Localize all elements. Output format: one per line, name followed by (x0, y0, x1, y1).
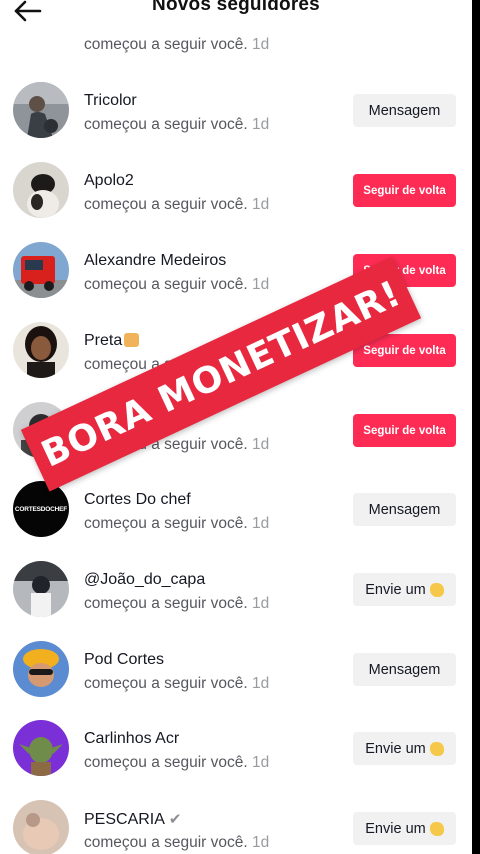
emoji-icon (124, 333, 140, 347)
wave-button[interactable]: Envie um (353, 732, 456, 765)
screen: começou a seguir você. 1d Tricolor começ… (0, 0, 480, 854)
avatar[interactable] (13, 82, 69, 138)
list-item[interactable]: Pod Cortes começou a seguir você. 1d Men… (0, 639, 472, 719)
screen-edge (472, 0, 480, 854)
avatar[interactable] (13, 561, 69, 617)
follow-back-button[interactable]: Seguir de volta (353, 414, 456, 447)
username[interactable]: Cortes Do chef (84, 491, 191, 509)
follow-back-button[interactable]: Seguir de volta (353, 174, 456, 207)
follow-action-text: começou a seguir você. 1d (84, 36, 270, 53)
follow-action-text: começou a seguir você. 1d (84, 116, 270, 133)
avatar[interactable] (13, 641, 69, 697)
list-item[interactable]: PESCARIA ✔ começou a seguir você. 1d Envi… (0, 798, 472, 854)
list-item[interactable]: Apolo2 começou a seguir você. 1d Seguir … (0, 160, 472, 240)
header: Novos seguidores (0, 0, 472, 28)
username[interactable]: Apolo2 (84, 172, 134, 190)
username[interactable]: Carlinhos Acr (84, 730, 179, 748)
avatar[interactable] (13, 720, 69, 776)
wave-hand-icon (429, 582, 444, 597)
list-item[interactable]: @João_do_capa começou a seguir você. 1d … (0, 559, 472, 639)
page-title: Novos seguidores (152, 0, 320, 15)
list-item[interactable]: Tricolor começou a seguir você. 1d Mensa… (0, 80, 472, 160)
username[interactable]: Pod Cortes (84, 651, 164, 669)
list-item[interactable]: Carlinhos Acr começou a seguir você. 1d … (0, 718, 472, 798)
avatar[interactable] (13, 800, 69, 854)
follow-action-text: começou a seguir você. 1d (84, 754, 270, 771)
avatar-logo-text: CORTESDOCHEF (14, 505, 68, 513)
list-item[interactable]: CORTESDOCHEF Cortes Do chef começou a se… (0, 479, 472, 559)
follow-action-text: começou a seguir você. 1d (84, 196, 270, 213)
avatar[interactable]: CORTESDOCHEF (13, 481, 69, 537)
username[interactable]: @João_do_capa (84, 571, 205, 589)
wave-button[interactable]: Envie um (353, 573, 456, 606)
follow-action-text: começou a seguir você. 1d (84, 595, 270, 612)
wave-hand-icon (429, 821, 444, 836)
wave-hand-icon (429, 741, 444, 756)
avatar[interactable] (13, 242, 69, 298)
check-icon: ✔ (168, 811, 182, 828)
username[interactable]: Tricolor (84, 92, 137, 110)
message-button[interactable]: Mensagem (353, 653, 456, 686)
follow-action-text: começou a seguir você. 1d (84, 834, 270, 851)
avatar[interactable] (13, 162, 69, 218)
message-button[interactable]: Mensagem (353, 493, 456, 526)
avatar[interactable] (13, 322, 69, 378)
message-button[interactable]: Mensagem (353, 94, 456, 127)
username[interactable]: Preta (84, 332, 140, 350)
follow-action-text: começou a seguir você. 1d (84, 276, 270, 293)
follow-action-text: começou a seguir você. 1d (84, 675, 270, 692)
wave-button[interactable]: Envie um (353, 812, 456, 845)
follow-action-text: começou a seguir você. 1d (84, 515, 270, 532)
username[interactable]: PESCARIA ✔ (84, 810, 182, 829)
username[interactable]: Alexandre Medeiros (84, 252, 226, 270)
